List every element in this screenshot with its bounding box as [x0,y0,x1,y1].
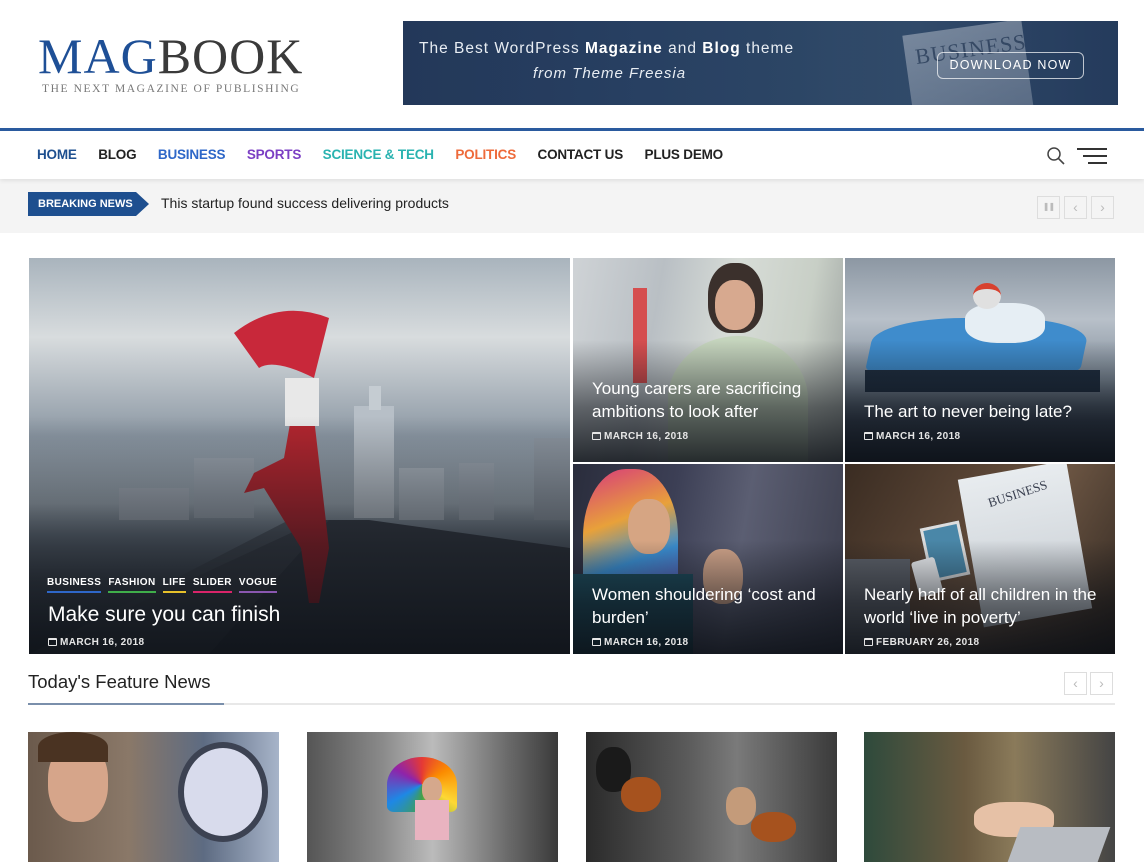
breaking-news-label: BREAKING NEWS [28,192,149,216]
ad-text: and [662,40,703,57]
download-now-button[interactable]: DOWNLOAD NOW [937,52,1084,79]
calendar-icon [592,431,601,440]
nav-item-science-tech[interactable]: SCIENCE & TECH [323,147,434,162]
hero-date: MARCH 16, 2018 [48,637,145,648]
logo-title: MAGBOOK [38,30,303,82]
grid-post[interactable]: Women shouldering ‘cost and burden’ MARC… [573,464,843,654]
ad-headline: The Best WordPress Magazine and Blog the… [419,40,794,58]
site-header: MAGBOOK THE NEXT MAGAZINE OF PUBLISHING … [0,0,1144,128]
calendar-icon [48,637,57,646]
date-text: MARCH 16, 2018 [604,431,689,442]
feature-thumbnail-umbrella[interactable] [307,732,558,862]
feature-thumbnail-laptop[interactable] [864,732,1115,862]
nav-item-contact-us[interactable]: CONTACT US [538,147,624,162]
category-tag-business[interactable]: BUSINESS [47,577,102,593]
feature-title-underline [28,703,224,705]
feature-news-header: Today's Feature News ‹ › [28,669,1115,705]
grid-post[interactable]: BUSINESS Nearly half of all children in … [845,464,1115,654]
date-text: FEBRUARY 26, 2018 [876,637,980,648]
category-tag-life[interactable]: LIFE [162,577,186,593]
hero-post[interactable]: BUSINESS FASHION LIFE SLIDER VOGUE Make … [29,258,570,654]
breaking-next-button[interactable]: › [1091,196,1114,219]
main-navigation: HOME BLOG BUSINESS SPORTS SCIENCE & TECH… [0,128,1144,179]
feature-thumbnail-violin[interactable] [586,732,837,862]
calendar-icon [592,637,601,646]
post-title[interactable]: Young carers are sacrificing ambitions t… [592,377,832,423]
breaking-news-headline[interactable]: This startup found success delivering pr… [161,195,449,211]
ad-text: The Best WordPress [419,40,586,57]
post-date: FEBRUARY 26, 2018 [864,637,980,648]
post-date: MARCH 16, 2018 [864,431,961,442]
nav-item-business[interactable]: BUSINESS [158,147,226,162]
category-tag-slider[interactable]: SLIDER [192,577,232,593]
ad-text: theme [740,40,795,57]
category-tag-fashion[interactable]: FASHION [108,577,156,593]
nav-item-home[interactable]: HOME [37,147,77,162]
feature-thumbnail-megaphone[interactable] [28,732,279,862]
date-text: MARCH 16, 2018 [876,431,961,442]
breaking-news-bar: BREAKING NEWS This startup found success… [0,179,1144,233]
logo-title-mag: MAG [38,28,158,84]
hero-title[interactable]: Make sure you can finish [48,603,280,626]
category-tag-vogue[interactable]: VOGUE [238,577,278,593]
logo-tagline: THE NEXT MAGAZINE OF PUBLISHING [42,83,301,95]
nav-menu-list: HOME BLOG BUSINESS SPORTS SCIENCE & TECH… [37,147,744,162]
hamburger-menu-icon[interactable] [1077,146,1107,166]
post-title[interactable]: The art to never being late? [864,400,1104,423]
logo-title-book: BOOK [157,28,304,84]
site-logo[interactable]: MAGBOOK THE NEXT MAGAZINE OF PUBLISHING [38,30,303,95]
date-text: MARCH 16, 2018 [604,637,689,648]
main-content: BUSINESS FASHION LIFE SLIDER VOGUE Make … [0,233,1144,862]
calendar-icon [864,637,873,646]
post-date: MARCH 16, 2018 [592,637,689,648]
post-date: MARCH 16, 2018 [592,431,689,442]
ad-banner[interactable]: BUSINESS The Best WordPress Magazine and… [403,21,1118,105]
ad-text-bold: Blog [702,40,741,57]
nav-item-blog[interactable]: BLOG [98,147,136,162]
feature-prev-button[interactable]: ‹ [1064,672,1087,695]
post-title[interactable]: Nearly half of all children in the world… [864,583,1104,629]
ad-text-bold: Magazine [585,40,663,57]
grid-post[interactable]: Young carers are sacrificing ambitions t… [573,258,843,462]
nav-item-plus-demo[interactable]: PLUS DEMO [645,147,724,162]
breaking-prev-button[interactable]: ‹ [1064,196,1087,219]
date-text: MARCH 16, 2018 [60,637,145,648]
ad-subline: from Theme Freesia [533,65,687,82]
post-title[interactable]: Women shouldering ‘cost and burden’ [592,583,832,629]
pause-button[interactable]: ❚❚ [1037,196,1060,219]
feature-next-button[interactable]: › [1090,672,1113,695]
search-icon[interactable] [1046,146,1066,166]
hero-categories: BUSINESS FASHION LIFE SLIDER VOGUE [47,577,284,593]
grid-post[interactable]: The art to never being late? MARCH 16, 2… [845,258,1115,462]
calendar-icon [864,431,873,440]
feature-news-title: Today's Feature News [28,671,211,692]
nav-item-sports[interactable]: SPORTS [247,147,302,162]
nav-item-politics[interactable]: POLITICS [455,147,516,162]
